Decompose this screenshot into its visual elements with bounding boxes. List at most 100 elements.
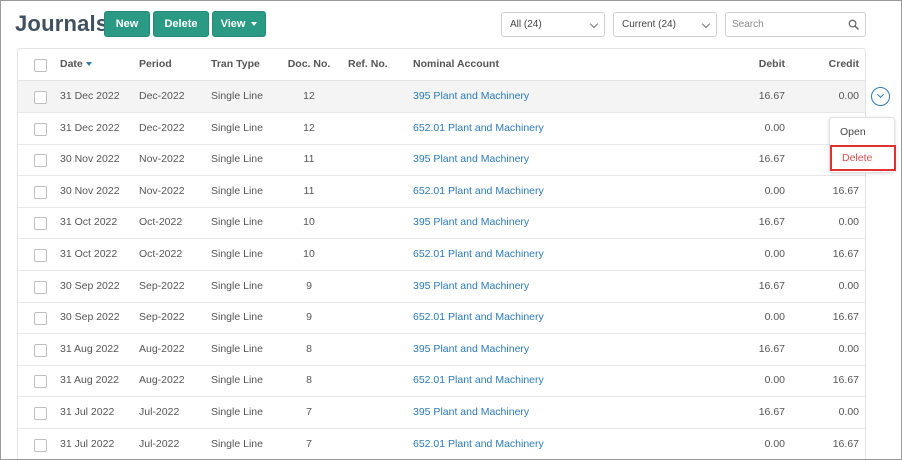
table-header: Date Period Tran Type Doc. No. Ref. No. … [18, 49, 865, 81]
delete-button[interactable]: Delete [153, 11, 209, 37]
cell-nominal-account[interactable]: 652.01 Plant and Machinery [413, 429, 544, 459]
cell-period: Sep-2022 [139, 279, 185, 292]
cell-period: Aug-2022 [139, 374, 185, 387]
cell-doc-no: 11 [303, 184, 315, 197]
row-checkbox[interactable] [34, 185, 47, 199]
row-checkbox[interactable] [34, 438, 47, 452]
cell-debit: 16.67 [758, 216, 785, 229]
column-header-nominal-account[interactable]: Nominal Account [413, 49, 499, 80]
cell-tran-type: Single Line [211, 311, 263, 324]
cell-tran-type: Single Line [211, 248, 263, 260]
cell-credit: 0.00 [838, 342, 859, 355]
cell-date: 31 Oct 2022 [60, 248, 118, 260]
cell-tran-type: Single Line [211, 342, 263, 355]
select-all-checkbox[interactable] [34, 59, 47, 72]
column-header-period[interactable]: Period [139, 49, 172, 80]
cell-date: 30 Nov 2022 [60, 184, 120, 197]
cell-period: Aug-2022 [139, 342, 185, 355]
search-box [725, 12, 866, 37]
cell-period: Oct-2022 [139, 216, 183, 229]
row-checkbox[interactable] [34, 407, 47, 420]
table-row[interactable]: 31 Aug 2022 Aug-2022 Single Line 8 652.01 Pl… [18, 365, 865, 398]
column-header-ref-no[interactable]: Ref. No. [348, 49, 388, 80]
status-filter-select[interactable]: All (24) [501, 12, 605, 37]
caret-down-icon [251, 22, 258, 26]
search-icon[interactable] [848, 19, 859, 30]
cell-nominal-account[interactable]: 395 Plant and Machinery [413, 207, 529, 238]
cell-nominal-account[interactable]: 652.01 Plant and Machinery [413, 239, 544, 270]
cell-date: 31 Oct 2022 [60, 216, 118, 229]
table-row[interactable]: 31 Dec 2022 Dec-2022 Single Line 12 395 Plan… [18, 81, 865, 113]
cell-tran-type: Single Line [211, 184, 263, 197]
cell-date: 31 Aug 2022 [60, 342, 119, 355]
table-row[interactable]: 30 Sep 2022 Sep-2022 Single Line 9 652.01 Pl… [18, 302, 865, 335]
row-checkbox[interactable] [34, 122, 47, 136]
row-checkbox[interactable] [34, 343, 47, 357]
row-checkbox[interactable] [34, 154, 47, 168]
search-input[interactable] [732, 13, 842, 36]
cell-doc-no: 9 [306, 311, 312, 324]
row-checkbox[interactable] [34, 217, 47, 231]
view-dropdown-button[interactable]: View [212, 11, 266, 37]
cell-doc-no: 8 [306, 374, 312, 387]
cell-doc-no: 10 [303, 248, 315, 260]
cell-nominal-account[interactable]: 652.01 Plant and Machinery [413, 365, 544, 396]
table-row[interactable]: 31 Dec 2022 Dec-2022 Single Line 12 652.01 P… [18, 113, 865, 145]
cell-doc-no: 8 [306, 342, 312, 355]
menu-item-open[interactable]: Open [830, 120, 894, 144]
cell-nominal-account[interactable]: 395 Plant and Machinery [413, 334, 529, 365]
chevron-down-icon [701, 19, 711, 29]
cell-nominal-account[interactable]: 652.01 Plant and Machinery [413, 176, 544, 207]
view-button-label: View [220, 18, 246, 30]
row-actions-menu: Open Delete [829, 117, 896, 173]
row-actions-button[interactable] [871, 87, 890, 106]
cell-credit: 16.67 [832, 184, 859, 197]
cell-doc-no: 12 [303, 90, 315, 102]
row-checkbox[interactable] [34, 91, 47, 104]
column-header-credit[interactable]: Credit [829, 49, 859, 80]
cell-period: Jul-2022 [139, 406, 180, 418]
row-checkbox[interactable] [34, 249, 47, 262]
table-row[interactable]: 30 Sep 2022 Sep-2022 Single Line 9 395 Plant… [18, 271, 865, 303]
journals-table: Date Period Tran Type Doc. No. Ref. No. … [17, 48, 866, 459]
cell-date: 31 Dec 2022 [60, 90, 120, 102]
table-row[interactable]: 31 Jul 2022 Jul-2022 Single Line 7 395 Plant… [18, 397, 865, 429]
row-checkbox[interactable] [34, 280, 47, 294]
cell-credit: 16.67 [832, 311, 859, 324]
cell-nominal-account[interactable]: 395 Plant and Machinery [413, 397, 529, 428]
column-header-tran-type[interactable]: Tran Type [211, 49, 260, 80]
column-header-date[interactable]: Date [60, 49, 92, 80]
menu-item-delete[interactable]: Delete [830, 145, 896, 171]
cell-nominal-account[interactable]: 395 Plant and Machinery [413, 144, 529, 175]
cell-nominal-account[interactable]: 652.01 Plant and Machinery [413, 113, 544, 144]
cell-credit: 0.00 [838, 406, 859, 418]
cell-tran-type: Single Line [211, 279, 263, 292]
cell-date: 30 Sep 2022 [60, 279, 120, 292]
column-header-debit[interactable]: Debit [759, 49, 785, 80]
period-filter-select[interactable]: Current (24) [613, 12, 717, 37]
cell-tran-type: Single Line [211, 121, 263, 134]
cell-period: Jul-2022 [139, 437, 180, 450]
new-button[interactable]: New [104, 11, 150, 37]
cell-debit: 0.00 [764, 121, 785, 134]
table-row[interactable]: 30 Nov 2022 Nov-2022 Single Line 11 395 Plan… [18, 144, 865, 177]
table-row[interactable]: 31 Jul 2022 Jul-2022 Single Line 7 652.01 Pl… [18, 429, 865, 459]
cell-nominal-account[interactable]: 395 Plant and Machinery [413, 271, 529, 302]
table-row[interactable]: 31 Oct 2022 Oct-2022 Single Line 10 395 Plan… [18, 207, 865, 240]
cell-credit: 16.67 [832, 248, 859, 260]
table-row[interactable]: 31 Oct 2022 Oct-2022 Single Line 10 652.01 P… [18, 239, 865, 271]
cell-debit: 0.00 [764, 437, 785, 450]
table-row[interactable]: 31 Aug 2022 Aug-2022 Single Line 8 395 Plant… [18, 334, 865, 366]
chevron-down-icon [876, 90, 885, 99]
cell-credit: 0.00 [838, 279, 859, 292]
cell-period: Sep-2022 [139, 311, 185, 324]
cell-debit: 16.67 [758, 406, 785, 418]
column-header-doc-no[interactable]: Doc. No. [284, 49, 334, 80]
cell-doc-no: 9 [306, 279, 312, 292]
row-checkbox[interactable] [34, 375, 47, 389]
cell-nominal-account[interactable]: 395 Plant and Machinery [413, 81, 529, 112]
row-checkbox[interactable] [34, 312, 47, 326]
cell-tran-type: Single Line [211, 374, 263, 387]
table-row[interactable]: 30 Nov 2022 Nov-2022 Single Line 11 652.01 P… [18, 176, 865, 208]
cell-nominal-account[interactable]: 652.01 Plant and Machinery [413, 302, 544, 333]
